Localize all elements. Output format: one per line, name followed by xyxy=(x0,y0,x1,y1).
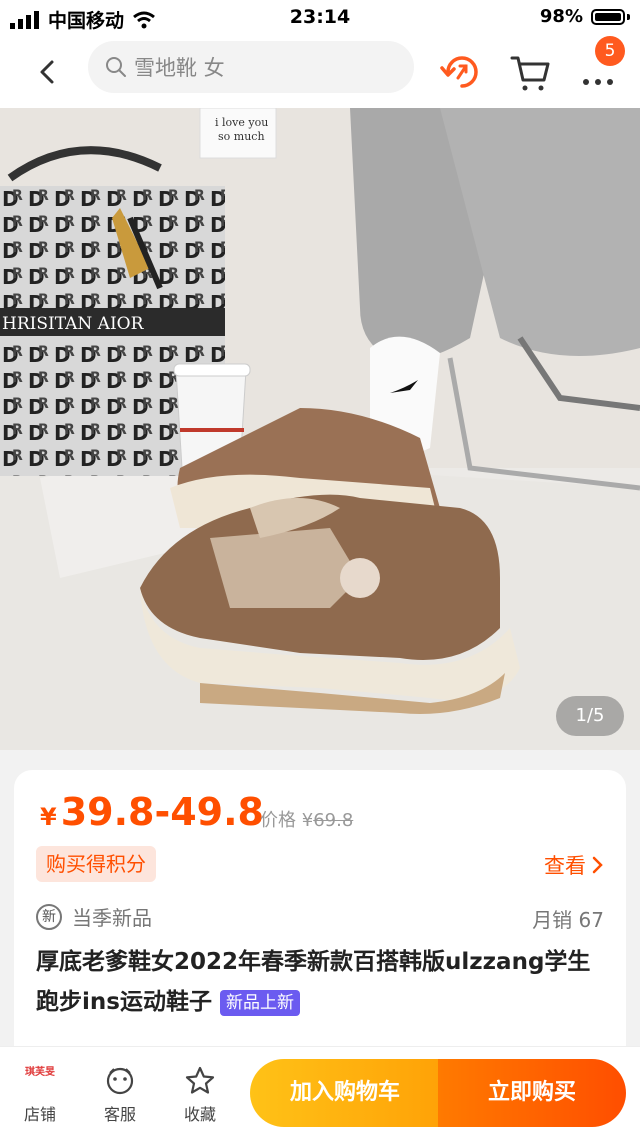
star-icon xyxy=(185,1066,215,1094)
favorite-label: 收藏 xyxy=(183,1105,216,1124)
svg-text:so much: so much xyxy=(218,130,265,143)
original-price-value: 69.8 xyxy=(313,810,354,831)
product-title: 厚底老爹鞋女2022年春季新款百搭韩版ulzzang学生跑步ins运动鞋子 新品… xyxy=(36,942,606,1022)
view-label: 查看 xyxy=(544,854,586,878)
cart-icon[interactable] xyxy=(506,48,554,96)
svg-text:HRISITAN AIOR: HRISITAN AIOR xyxy=(2,314,145,334)
product-info-card: ¥ 39.8-49.8 价格 ¥69.8 购买得积分 查看 新 当季新品 月销 … xyxy=(14,770,626,1070)
product-title-text: 厚底老爹鞋女2022年春季新款百搭韩版ulzzang学生跑步ins运动鞋子 xyxy=(36,949,591,1015)
original-price: 价格 ¥69.8 xyxy=(260,806,353,832)
shop-button[interactable]: 琪芙旻 店铺 xyxy=(8,1063,72,1125)
customer-service-button[interactable]: 客服 xyxy=(88,1063,152,1125)
product-image[interactable]: D R i love you so much HRISITAN AIOR xyxy=(0,108,640,750)
monthly-sales: 月销 67 xyxy=(532,908,604,932)
price-currency: ¥ xyxy=(40,803,57,831)
image-pager: 1/5 xyxy=(556,696,624,736)
add-to-cart-button[interactable]: 加入购物车 xyxy=(250,1059,440,1127)
original-price-currency: ¥ xyxy=(301,810,314,831)
new-arrival-tag: 新品上新 xyxy=(219,989,300,1016)
service-label: 客服 xyxy=(103,1105,136,1124)
battery-tip xyxy=(627,13,630,20)
back-icon[interactable] xyxy=(28,52,68,92)
battery-percent: 98% xyxy=(539,6,583,27)
battery-icon xyxy=(591,8,625,25)
cart-badge: 5 xyxy=(595,36,625,66)
new-season-label: 当季新品 xyxy=(72,906,152,930)
search-icon xyxy=(106,57,126,77)
new-season-row: 新 当季新品 xyxy=(36,902,152,931)
points-badge: 购买得积分 xyxy=(36,846,156,882)
status-bar: 中国移动 23:14 98% xyxy=(0,0,640,36)
view-points-link[interactable]: 查看 xyxy=(544,850,604,880)
original-price-label: 价格 xyxy=(260,810,296,831)
favorite-button[interactable]: 收藏 xyxy=(168,1063,232,1125)
shop-label: 店铺 xyxy=(23,1105,56,1124)
new-icon: 新 xyxy=(36,903,62,930)
status-right: 98% xyxy=(540,6,630,27)
search-placeholder: 雪地靴 女 xyxy=(134,56,225,80)
price-value: 39.8-49.8 xyxy=(60,790,264,834)
chevron-right-icon xyxy=(592,856,603,874)
bottom-action-bar: 琪芙旻 店铺 客服 收藏 加入购物车 立即购买 xyxy=(0,1046,640,1140)
svg-text:i love you: i love you xyxy=(215,116,268,129)
product-photo: D R i love you so much HRISITAN AIOR xyxy=(0,108,640,750)
nav-bar: 雪地靴 女 5 xyxy=(0,36,640,108)
shop-logo: 琪芙旻 xyxy=(25,1067,55,1078)
price: ¥ 39.8-49.8 xyxy=(40,790,264,834)
buy-now-button[interactable]: 立即购买 xyxy=(438,1059,626,1127)
service-icon xyxy=(106,1067,134,1095)
refresh-coin-icon[interactable] xyxy=(438,48,486,96)
search-input[interactable]: 雪地靴 女 xyxy=(88,41,414,93)
